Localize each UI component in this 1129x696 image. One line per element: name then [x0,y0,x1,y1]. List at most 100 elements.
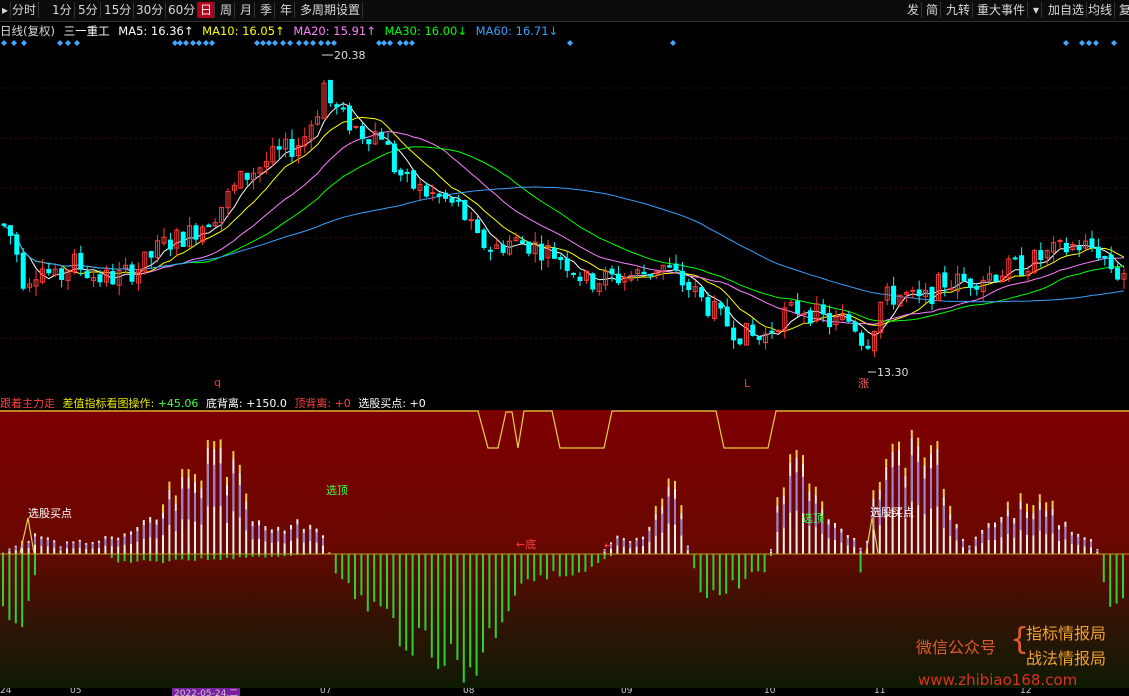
signal-diamond [272,40,278,46]
period-toolbar: ▸ 分时 1分 5分 15分 30分 60分日周月季年多周期 设置发简九转 重大事件 ▾ 加自选 均线… [0,0,1129,22]
candle [1095,246,1101,259]
candle [795,300,801,314]
signal-diamond [1,40,7,46]
watermark-wechat: 微信公众号 [916,638,997,657]
signal-diamond [1111,40,1117,46]
period-tab-4[interactable]: 30分 [134,2,167,18]
period-tab-5[interactable]: 60分 [166,2,199,18]
candle [366,139,372,145]
candlestick-chart[interactable]: 20.38 13.30 q L 涨 [0,38,1129,393]
candle [443,192,449,199]
period-tab-6[interactable]: 日 [198,2,216,18]
stock-name: 三一重工 [63,24,110,38]
signal-diamond [567,40,573,46]
candle [846,314,852,322]
candle [775,330,781,333]
signal-diamonds [1,40,1117,46]
candle [449,197,455,203]
period-tab-0[interactable]: 分时 [10,2,40,18]
bottom-label: ←底 [516,537,536,551]
period-tab-1[interactable]: 1分 [50,2,75,18]
candle [615,273,621,284]
signal-diamond [11,40,17,46]
candle [647,274,653,277]
candle [193,225,199,240]
candle [724,306,730,327]
candle [129,264,135,282]
toolbar-right-4[interactable]: ▾ [1031,2,1043,18]
candle [993,274,999,282]
candle [1108,254,1114,270]
ma30-label: MA30: 16.00↓ [384,24,468,38]
toolbar-right-5[interactable]: 加自选 [1046,2,1088,18]
candle [244,172,250,180]
period-tab-3[interactable]: 15分 [102,2,135,18]
candle [7,225,13,236]
candle [577,276,583,282]
date-label-0: 24 [0,688,12,696]
signal-diamond [177,40,183,46]
candle [379,131,385,140]
candle [1076,246,1082,251]
candle [590,273,596,290]
candle [327,79,333,104]
toolbar-right-7[interactable]: 复 [1117,2,1129,18]
signal-diamond [190,40,196,46]
period-label[interactable]: 日线(复权) [0,24,55,38]
date-label-4: 08 [463,688,475,696]
toolbar-right-1[interactable]: 简 [924,2,942,18]
signal-diamond [397,40,403,46]
candle [14,234,20,255]
candle [731,327,737,341]
toolbar-right-0[interactable]: 发 [905,2,923,18]
candle [737,338,743,345]
grid-lines [0,87,1129,339]
candle [948,287,954,290]
candle [551,248,557,259]
candle [436,193,442,197]
candle [289,138,295,157]
candle [910,289,916,292]
candle [1038,250,1044,261]
signal-diamond [57,40,63,46]
candle [564,258,570,271]
high-label: 20.38 [334,49,366,62]
watermark-line1: 指标情报局 [1026,624,1107,643]
top-value: +0 [334,397,351,410]
period-tab-2[interactable]: 5分 [76,2,101,18]
signal-diamond [74,40,80,46]
candle [1012,257,1018,260]
candle [276,146,282,150]
candle [59,268,65,280]
signal-diamond [387,40,393,46]
period-tab-12[interactable]: 设置 [334,2,364,18]
toolbar-right-6[interactable]: 均线 [1086,2,1116,18]
signal-diamond [331,40,337,46]
candle [769,330,775,333]
candle [359,125,365,140]
period-tab-9[interactable]: 季 [258,2,276,18]
period-tab-11[interactable]: 多周期 [298,2,340,18]
candle [148,251,154,258]
signal-diamond [1086,40,1092,46]
signal-diamond [254,40,260,46]
candle [110,271,116,285]
pick-top-label: 选顶 [802,512,824,525]
candle [385,141,391,145]
period-tab-7[interactable]: 周 [218,2,236,18]
buy-label-2: 选股买点 [870,506,914,519]
candle [167,239,173,250]
toolbar-right-2[interactable]: 九转 [944,2,974,18]
candle [391,143,397,173]
buy-label-1: 选股买点 [28,507,72,520]
marker-l: L [744,377,751,390]
candle [46,268,52,274]
signal-diamond [1079,40,1085,46]
date-label-3: 07 [320,688,332,696]
period-tab-10[interactable]: 年 [278,2,296,18]
marker-zhang: 涨 [858,377,869,390]
candle [679,270,685,286]
signal-diamond [280,40,286,46]
toolbar-right-3[interactable]: 重大事件 [975,2,1029,18]
period-tab-8[interactable]: 月 [238,2,256,18]
